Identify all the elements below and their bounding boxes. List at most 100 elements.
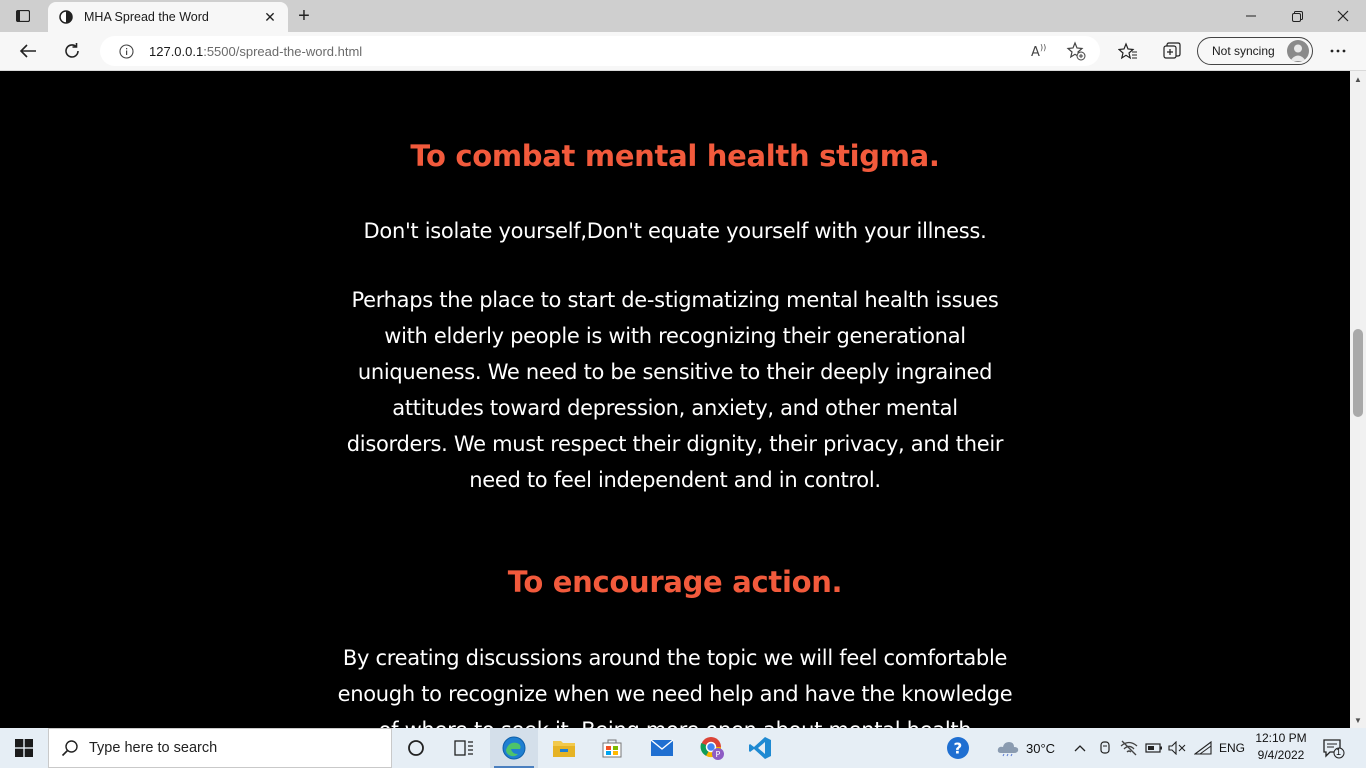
folder-icon (553, 741, 575, 757)
file-explorer-button[interactable] (540, 728, 588, 768)
back-button[interactable] (12, 36, 44, 66)
weather-widget[interactable]: 30°C (996, 728, 1055, 768)
close-window-button[interactable] (1320, 0, 1366, 32)
notification-count-badge: 1 (1336, 747, 1342, 757)
scrollbar-thumb[interactable] (1353, 329, 1363, 417)
collections-icon (1163, 42, 1181, 59)
battery-status[interactable] (1145, 728, 1163, 768)
paragraph-line: By creating discussions around the topic… (342, 646, 1008, 670)
paragraph-line: of where to seek it. Being more open abo… (300, 712, 1050, 728)
help-icon: ? (947, 737, 969, 759)
svg-text:?: ? (954, 740, 963, 758)
section-tagline: Don't isolate yourself,Don't equate your… (363, 219, 987, 243)
windows-taskbar: Type here to search P ? 30°C ENG 12:10 P… (0, 728, 1366, 768)
settings-more-button[interactable] (1322, 36, 1354, 66)
minimize-icon (1246, 15, 1256, 17)
start-button[interactable] (0, 728, 48, 768)
meet-now-icon (1100, 741, 1110, 754)
store-icon (602, 739, 622, 758)
mail-button[interactable] (638, 728, 686, 768)
more-dots-icon (1330, 49, 1346, 53)
wifi-icon (1194, 741, 1212, 755)
sync-status-label: Not syncing (1212, 44, 1275, 58)
vscode-icon (749, 737, 771, 759)
site-info-icon[interactable] (117, 42, 135, 60)
edge-icon (502, 736, 526, 760)
system-clock[interactable]: 12:10 PM 9/4/2022 (1246, 730, 1316, 764)
clock-date: 9/4/2022 (1257, 748, 1305, 762)
chevron-up-icon (1074, 745, 1086, 752)
input-language[interactable]: ENG (1219, 728, 1245, 768)
tab-close-icon[interactable]: ✕ (260, 7, 280, 27)
url-host: 127.0.0.1 (149, 43, 204, 59)
new-tab-button[interactable]: + (292, 5, 316, 27)
tab-title: MHA Spread the Word (84, 10, 209, 24)
favorites-icon (1118, 42, 1137, 60)
search-icon (61, 740, 78, 757)
vscode-button[interactable] (736, 728, 784, 768)
tab-strip: MHA Spread the Word ✕ + (0, 0, 1366, 32)
profile-sync-button[interactable]: Not syncing (1197, 37, 1313, 65)
back-arrow-icon (19, 44, 36, 58)
task-view-icon (454, 740, 473, 756)
scroll-up-arrow-icon[interactable]: ▲ (1350, 71, 1366, 87)
wifi-status[interactable] (1194, 728, 1212, 768)
svg-text:)): )) (1040, 43, 1046, 52)
paragraph-line: disorders. We must respect their dignity… (346, 432, 1004, 456)
clock-time: 12:10 PM (1255, 731, 1307, 745)
help-button[interactable]: ? (934, 728, 982, 768)
close-icon (1337, 10, 1349, 22)
browser-toolbar: 127.0.0.1:5500/spread-the-word.html A)) … (0, 32, 1366, 71)
site-favicon-icon (58, 9, 74, 25)
url-text: 127.0.0.1:5500/spread-the-word.html (149, 44, 362, 59)
profile-avatar (1287, 40, 1309, 62)
chrome-icon: P (700, 737, 724, 760)
page-scrollbar[interactable]: ▲ ▼ (1350, 71, 1366, 728)
cortana-button[interactable] (392, 728, 440, 768)
cortana-icon (408, 740, 424, 756)
mail-icon (650, 739, 674, 756)
store-button[interactable] (588, 728, 636, 768)
network-status[interactable] (1120, 728, 1138, 768)
speaker-muted-icon (1168, 741, 1186, 755)
chrome-button[interactable]: P (688, 728, 736, 768)
paragraph-line: attitudes toward depression, anxiety, an… (392, 396, 958, 420)
favorites-button[interactable] (1112, 36, 1144, 66)
notification-icon (1323, 739, 1345, 759)
browser-tab[interactable]: MHA Spread the Word ✕ (48, 2, 288, 32)
address-bar[interactable]: 127.0.0.1:5500/spread-the-word.html A)) (100, 36, 1100, 66)
battery-icon (1145, 743, 1162, 753)
show-hidden-icons-button[interactable] (1074, 728, 1086, 768)
read-aloud-icon[interactable]: A)) (1030, 42, 1048, 65)
minimize-button[interactable] (1228, 0, 1274, 32)
volume-control[interactable] (1168, 728, 1186, 768)
svg-text:A: A (1031, 45, 1040, 60)
paragraph-line: Perhaps the place to start de-stigmatizi… (351, 288, 999, 312)
tray-app-icon[interactable] (1098, 728, 1112, 768)
collections-button[interactable] (1156, 36, 1188, 66)
paragraph-line: with elderly people is with recognizing … (384, 324, 966, 348)
add-favorite-icon[interactable] (1066, 41, 1086, 66)
search-placeholder: Type here to search (89, 740, 218, 756)
weather-temperature: 30°C (1026, 740, 1056, 756)
refresh-icon (65, 43, 79, 58)
paragraph-line: enough to recognize when we need help an… (337, 682, 1013, 706)
windows-logo-icon (15, 739, 33, 757)
scroll-down-arrow-icon[interactable]: ▼ (1350, 712, 1366, 728)
page-viewport: To combat mental health stigma. Don't is… (0, 71, 1350, 728)
svg-text:P: P (716, 750, 721, 759)
tab-actions-icon (16, 10, 30, 22)
weather-cloud-icon (997, 742, 1019, 757)
network-icon (1120, 740, 1138, 756)
restore-icon (1291, 10, 1303, 22)
restore-button[interactable] (1274, 0, 1320, 32)
paragraph-line: uniqueness. We need to be sensitive to t… (357, 360, 993, 384)
refresh-button[interactable] (56, 36, 88, 66)
section-heading-stigma: To combat mental health stigma. (410, 139, 940, 173)
edge-taskbar-button[interactable] (490, 728, 538, 768)
taskbar-search-box[interactable]: Type here to search (48, 728, 392, 768)
language-label: ENG (1219, 741, 1246, 755)
tab-actions-button[interactable] (8, 5, 38, 27)
notification-center-button[interactable]: 1 (1322, 728, 1346, 768)
task-view-button[interactable] (440, 728, 488, 768)
